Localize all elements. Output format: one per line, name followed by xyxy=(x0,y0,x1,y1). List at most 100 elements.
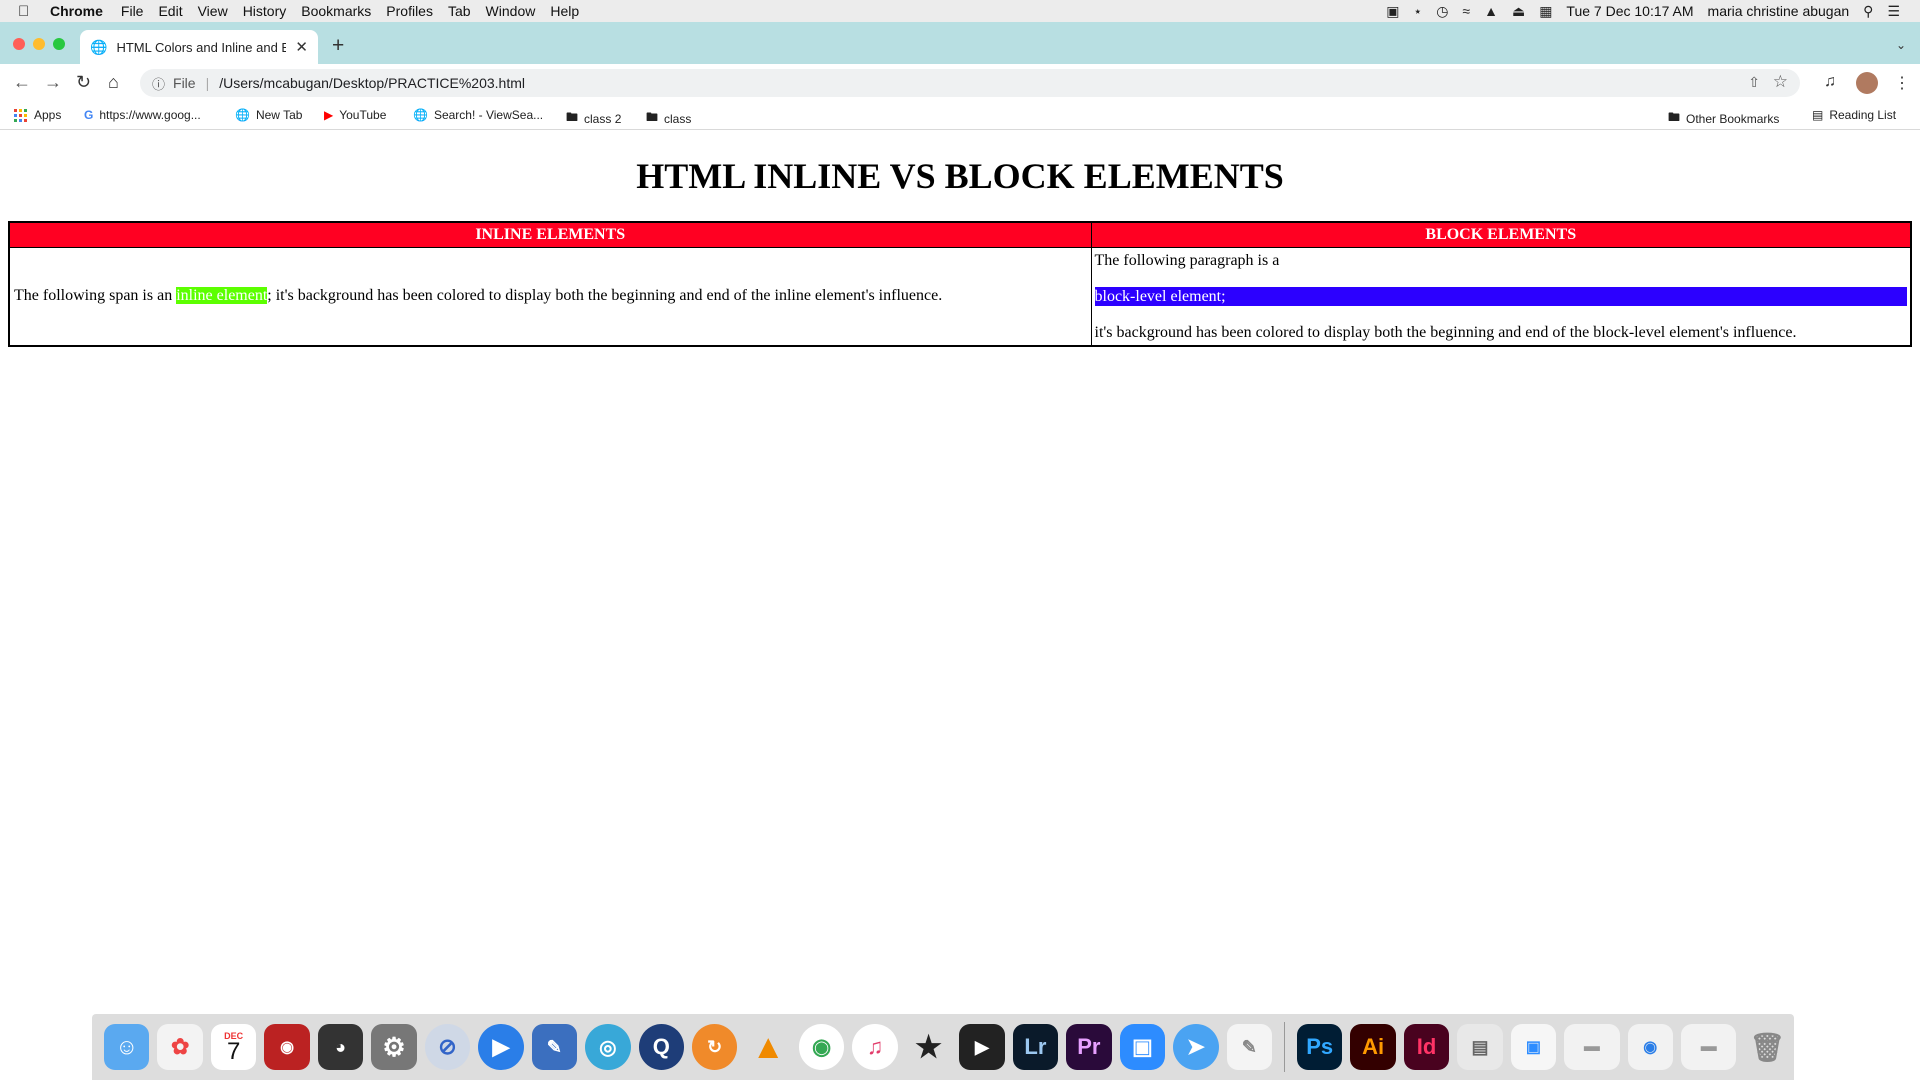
premiere-icon[interactable]: Pr xyxy=(1066,1024,1112,1070)
google-g-icon: G xyxy=(84,108,94,122)
time-machine-icon[interactable]: ◷ xyxy=(1436,3,1448,20)
menu-history[interactable]: History xyxy=(243,3,287,19)
downloads-stack-icon[interactable]: ▣ xyxy=(1510,1024,1557,1070)
table-row: The following span is an inline element;… xyxy=(8,246,1912,346)
other-bookmarks-folder[interactable]: 🖿 Other Bookmarks xyxy=(1668,108,1779,129)
vlc-cone-icon[interactable]: ▲ xyxy=(745,1024,790,1070)
lightroom-icon[interactable]: Lr xyxy=(1012,1024,1059,1070)
menu-file[interactable]: File xyxy=(121,3,144,19)
wifi-icon[interactable]: ≈ xyxy=(1462,3,1470,19)
menu-bookmarks[interactable]: Bookmarks xyxy=(301,3,371,19)
window-minimize-button[interactable] xyxy=(33,38,45,50)
bookmark-viewsearch[interactable]: 🌐 Search! - ViewSea... xyxy=(413,108,543,122)
quicktime-play-icon[interactable]: ▶ xyxy=(478,1024,524,1070)
menu-profiles[interactable]: Profiles xyxy=(386,3,433,19)
bookmark-apps[interactable]: Apps xyxy=(14,108,61,122)
address-bar[interactable]: ⓘ File | /Users/mcabugan/Desktop/PRACTIC… xyxy=(140,69,1800,97)
web-page-content: HTML INLINE VS BLOCK ELEMENTS INLINE ELE… xyxy=(0,131,1920,1014)
volume-icon[interactable]: ▲ xyxy=(1484,3,1498,19)
forward-arrow-icon[interactable]: → xyxy=(44,72,62,93)
inline-elements-header: INLINE ELEMENTS xyxy=(8,221,1092,248)
bookmark-star-icon[interactable]: ☆ xyxy=(1773,72,1788,92)
zoom-icon[interactable]: ▣ xyxy=(1119,1024,1166,1070)
system-preferences-icon[interactable]: ⚙ xyxy=(371,1024,417,1070)
notification-center-icon[interactable]: ☰ xyxy=(1887,3,1900,20)
block-level-element-paragraph: block-level element; xyxy=(1094,286,1907,306)
photoshop-icon[interactable]: Ps xyxy=(1296,1024,1343,1070)
final-cut-icon[interactable]: ▶ xyxy=(959,1024,1005,1070)
keyboard-input-icon[interactable]: ▦ xyxy=(1539,3,1552,20)
menu-window[interactable]: Window xyxy=(486,3,536,19)
quicktime-icon[interactable]: Q xyxy=(638,1024,684,1070)
menu-app-name[interactable]: Chrome xyxy=(50,3,103,19)
reading-list[interactable]: ▤ Reading List xyxy=(1812,108,1896,122)
chrome-icon[interactable]: ◉ xyxy=(798,1024,845,1070)
blocked-app-icon[interactable]: ⊘ xyxy=(424,1024,471,1070)
bookmark-folder-class-2[interactable]: 🖿 class 2 xyxy=(566,108,621,129)
menu-edit[interactable]: Edit xyxy=(158,3,182,19)
imovie-star-icon[interactable]: ★ xyxy=(906,1024,951,1070)
eject-icon[interactable]: ⏏ xyxy=(1512,3,1525,20)
block-elements-header: BLOCK ELEMENTS xyxy=(1090,221,1912,248)
photo-booth-icon[interactable]: ◉ xyxy=(264,1024,310,1070)
tab-close-icon[interactable]: ✕ xyxy=(295,38,308,56)
menu-user-name[interactable]: maria christine abugan xyxy=(1708,3,1850,19)
reload-icon[interactable]: ↻ xyxy=(76,72,91,93)
apple-icon[interactable]:  xyxy=(18,3,38,20)
profile-avatar[interactable] xyxy=(1856,72,1878,94)
back-arrow-icon[interactable]: ← xyxy=(13,72,31,93)
photos-icon[interactable]: ✿ xyxy=(157,1024,203,1070)
folder-icon: 🖿 xyxy=(1668,110,1681,124)
spotlight-search-icon[interactable]: ⚲ xyxy=(1863,3,1873,20)
browser-toolbar: ← → ↻ ⌂ ⓘ File | /Users/mcabugan/Desktop… xyxy=(0,64,1920,102)
trash-icon[interactable]: 🗑 xyxy=(1744,1024,1789,1070)
tab-search-chevron-icon[interactable]: ⌄ xyxy=(1896,38,1906,52)
safari-compass-icon[interactable]: ➤ xyxy=(1173,1024,1219,1070)
macos-dock: ☺ ✿ DEC 7 ◉ ◕ ⚙ ⊘ ▶ ✎ ◎ Q ↻ ▲ ◉ ♫ ★ ▶ Lr… xyxy=(92,1014,1794,1080)
inline-element-span: inline element xyxy=(176,287,268,304)
sync-app-icon[interactable]: ↻ xyxy=(691,1024,738,1070)
finder-icon[interactable]: ☺ xyxy=(104,1024,150,1070)
chrome-menu-icon[interactable]: ⋮ xyxy=(1894,73,1910,93)
apps-grid-icon xyxy=(14,108,27,122)
bookmark-google[interactable]: G https://www.goog... xyxy=(84,108,201,122)
textedit-icon[interactable]: ✎ xyxy=(1226,1024,1272,1070)
page-heading: HTML INLINE VS BLOCK ELEMENTS xyxy=(636,156,1284,196)
menu-view[interactable]: View xyxy=(198,3,228,19)
image-capture-icon[interactable]: ◕ xyxy=(317,1024,364,1070)
document-stack-icon[interactable]: ▤ xyxy=(1457,1024,1503,1070)
bookmark-folder-class[interactable]: 🖿 class xyxy=(646,108,691,129)
menu-bar-status-area: ▣ ⋆ ◷ ≈ ▲ ⏏ ▦ Tue 7 Dec 10:17 AM maria c… xyxy=(1386,0,1900,22)
folder-icon: 🖿 xyxy=(646,110,659,124)
file-thumbnail-icon[interactable]: ◉ xyxy=(1627,1024,1674,1070)
calendar-icon[interactable]: DEC 7 xyxy=(210,1024,257,1070)
itunes-icon[interactable]: ♫ xyxy=(852,1024,898,1070)
menu-help[interactable]: Help xyxy=(550,3,579,19)
bluetooth-icon[interactable]: ⋆ xyxy=(1413,3,1422,20)
preview-icon[interactable]: ✎ xyxy=(531,1024,578,1070)
inline-text-before: The following span is an xyxy=(14,287,177,304)
screen-record-icon[interactable]: ▣ xyxy=(1386,3,1399,20)
window-thumbnail-icon[interactable]: ▬ xyxy=(1681,1024,1737,1070)
window-zoom-button[interactable] xyxy=(53,38,65,50)
site-info-icon[interactable]: ⓘ xyxy=(152,74,165,93)
menu-clock[interactable]: Tue 7 Dec 10:17 AM xyxy=(1566,3,1693,19)
address-separator: | xyxy=(205,75,210,91)
indesign-icon[interactable]: Id xyxy=(1403,1024,1450,1070)
bookmark-new-tab[interactable]: 🌐 New Tab xyxy=(235,108,302,122)
new-tab-button[interactable]: + xyxy=(332,35,344,56)
address-url[interactable]: /Users/mcabugan/Desktop/PRACTICE%203.htm… xyxy=(219,75,525,91)
window-close-button[interactable] xyxy=(13,38,25,50)
active-tab[interactable]: 🌐 HTML Colors and Inline and Block ✕ xyxy=(80,30,318,64)
menu-tab[interactable]: Tab xyxy=(448,3,471,19)
illustrator-icon[interactable]: Ai xyxy=(1350,1024,1396,1070)
screenshot-thumbnail-icon[interactable]: ▬ xyxy=(1564,1024,1620,1070)
share-icon[interactable]: ⇧ xyxy=(1748,74,1760,91)
screenshot-camera-icon[interactable]: ◎ xyxy=(585,1024,631,1070)
dock-divider xyxy=(1283,1022,1285,1072)
media-controls-icon[interactable]: ♫ xyxy=(1824,73,1836,91)
home-icon[interactable]: ⌂ xyxy=(108,72,119,93)
macos-menu-bar:  Chrome File Edit View History Bookmark… xyxy=(0,0,1920,22)
bookmark-youtube[interactable]: ▶ YouTube xyxy=(324,108,386,122)
globe-icon: 🌐 xyxy=(90,38,108,55)
